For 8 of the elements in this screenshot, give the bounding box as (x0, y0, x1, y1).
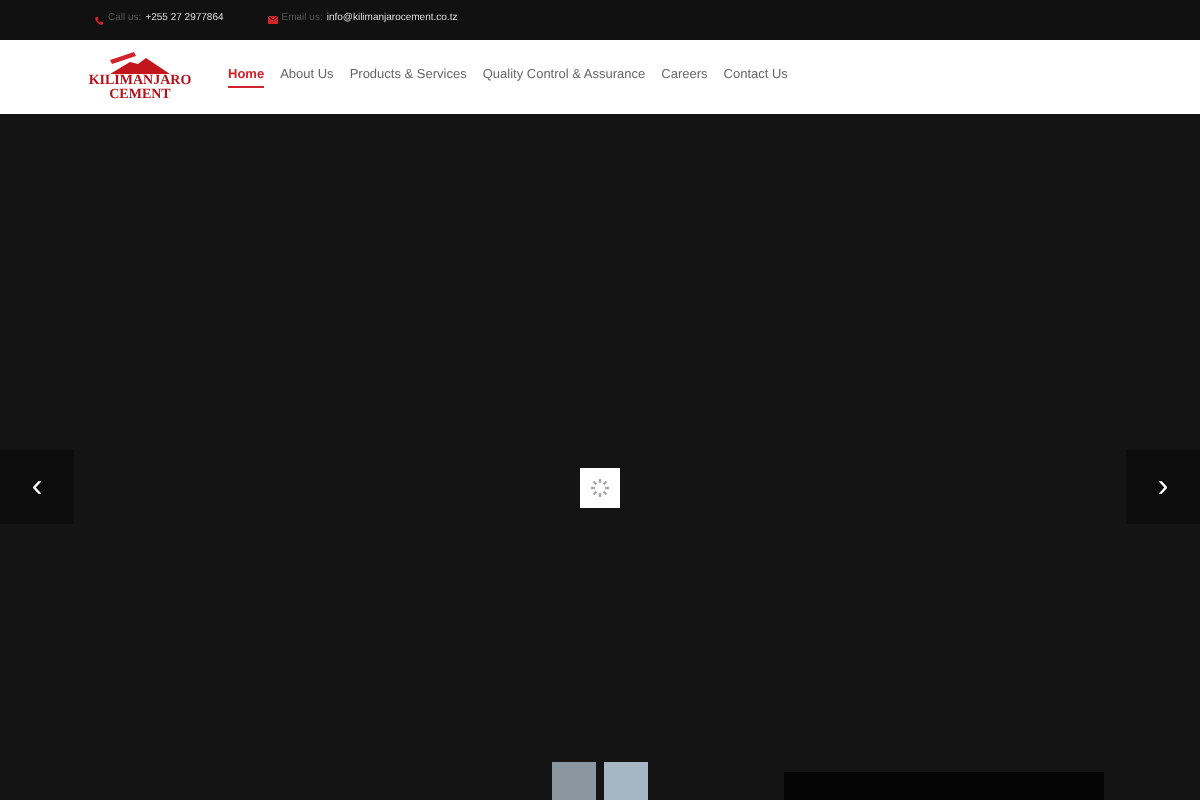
mountain-logo-icon (106, 52, 174, 74)
mail-icon (267, 16, 278, 24)
next-slide-button[interactable]: › (1126, 450, 1200, 524)
photo-placeholder (552, 762, 596, 800)
spinner-icon (590, 478, 610, 498)
photo-placeholder (604, 762, 648, 800)
previous-slide-button[interactable]: ‹ (0, 450, 74, 524)
phone-icon (94, 15, 104, 25)
